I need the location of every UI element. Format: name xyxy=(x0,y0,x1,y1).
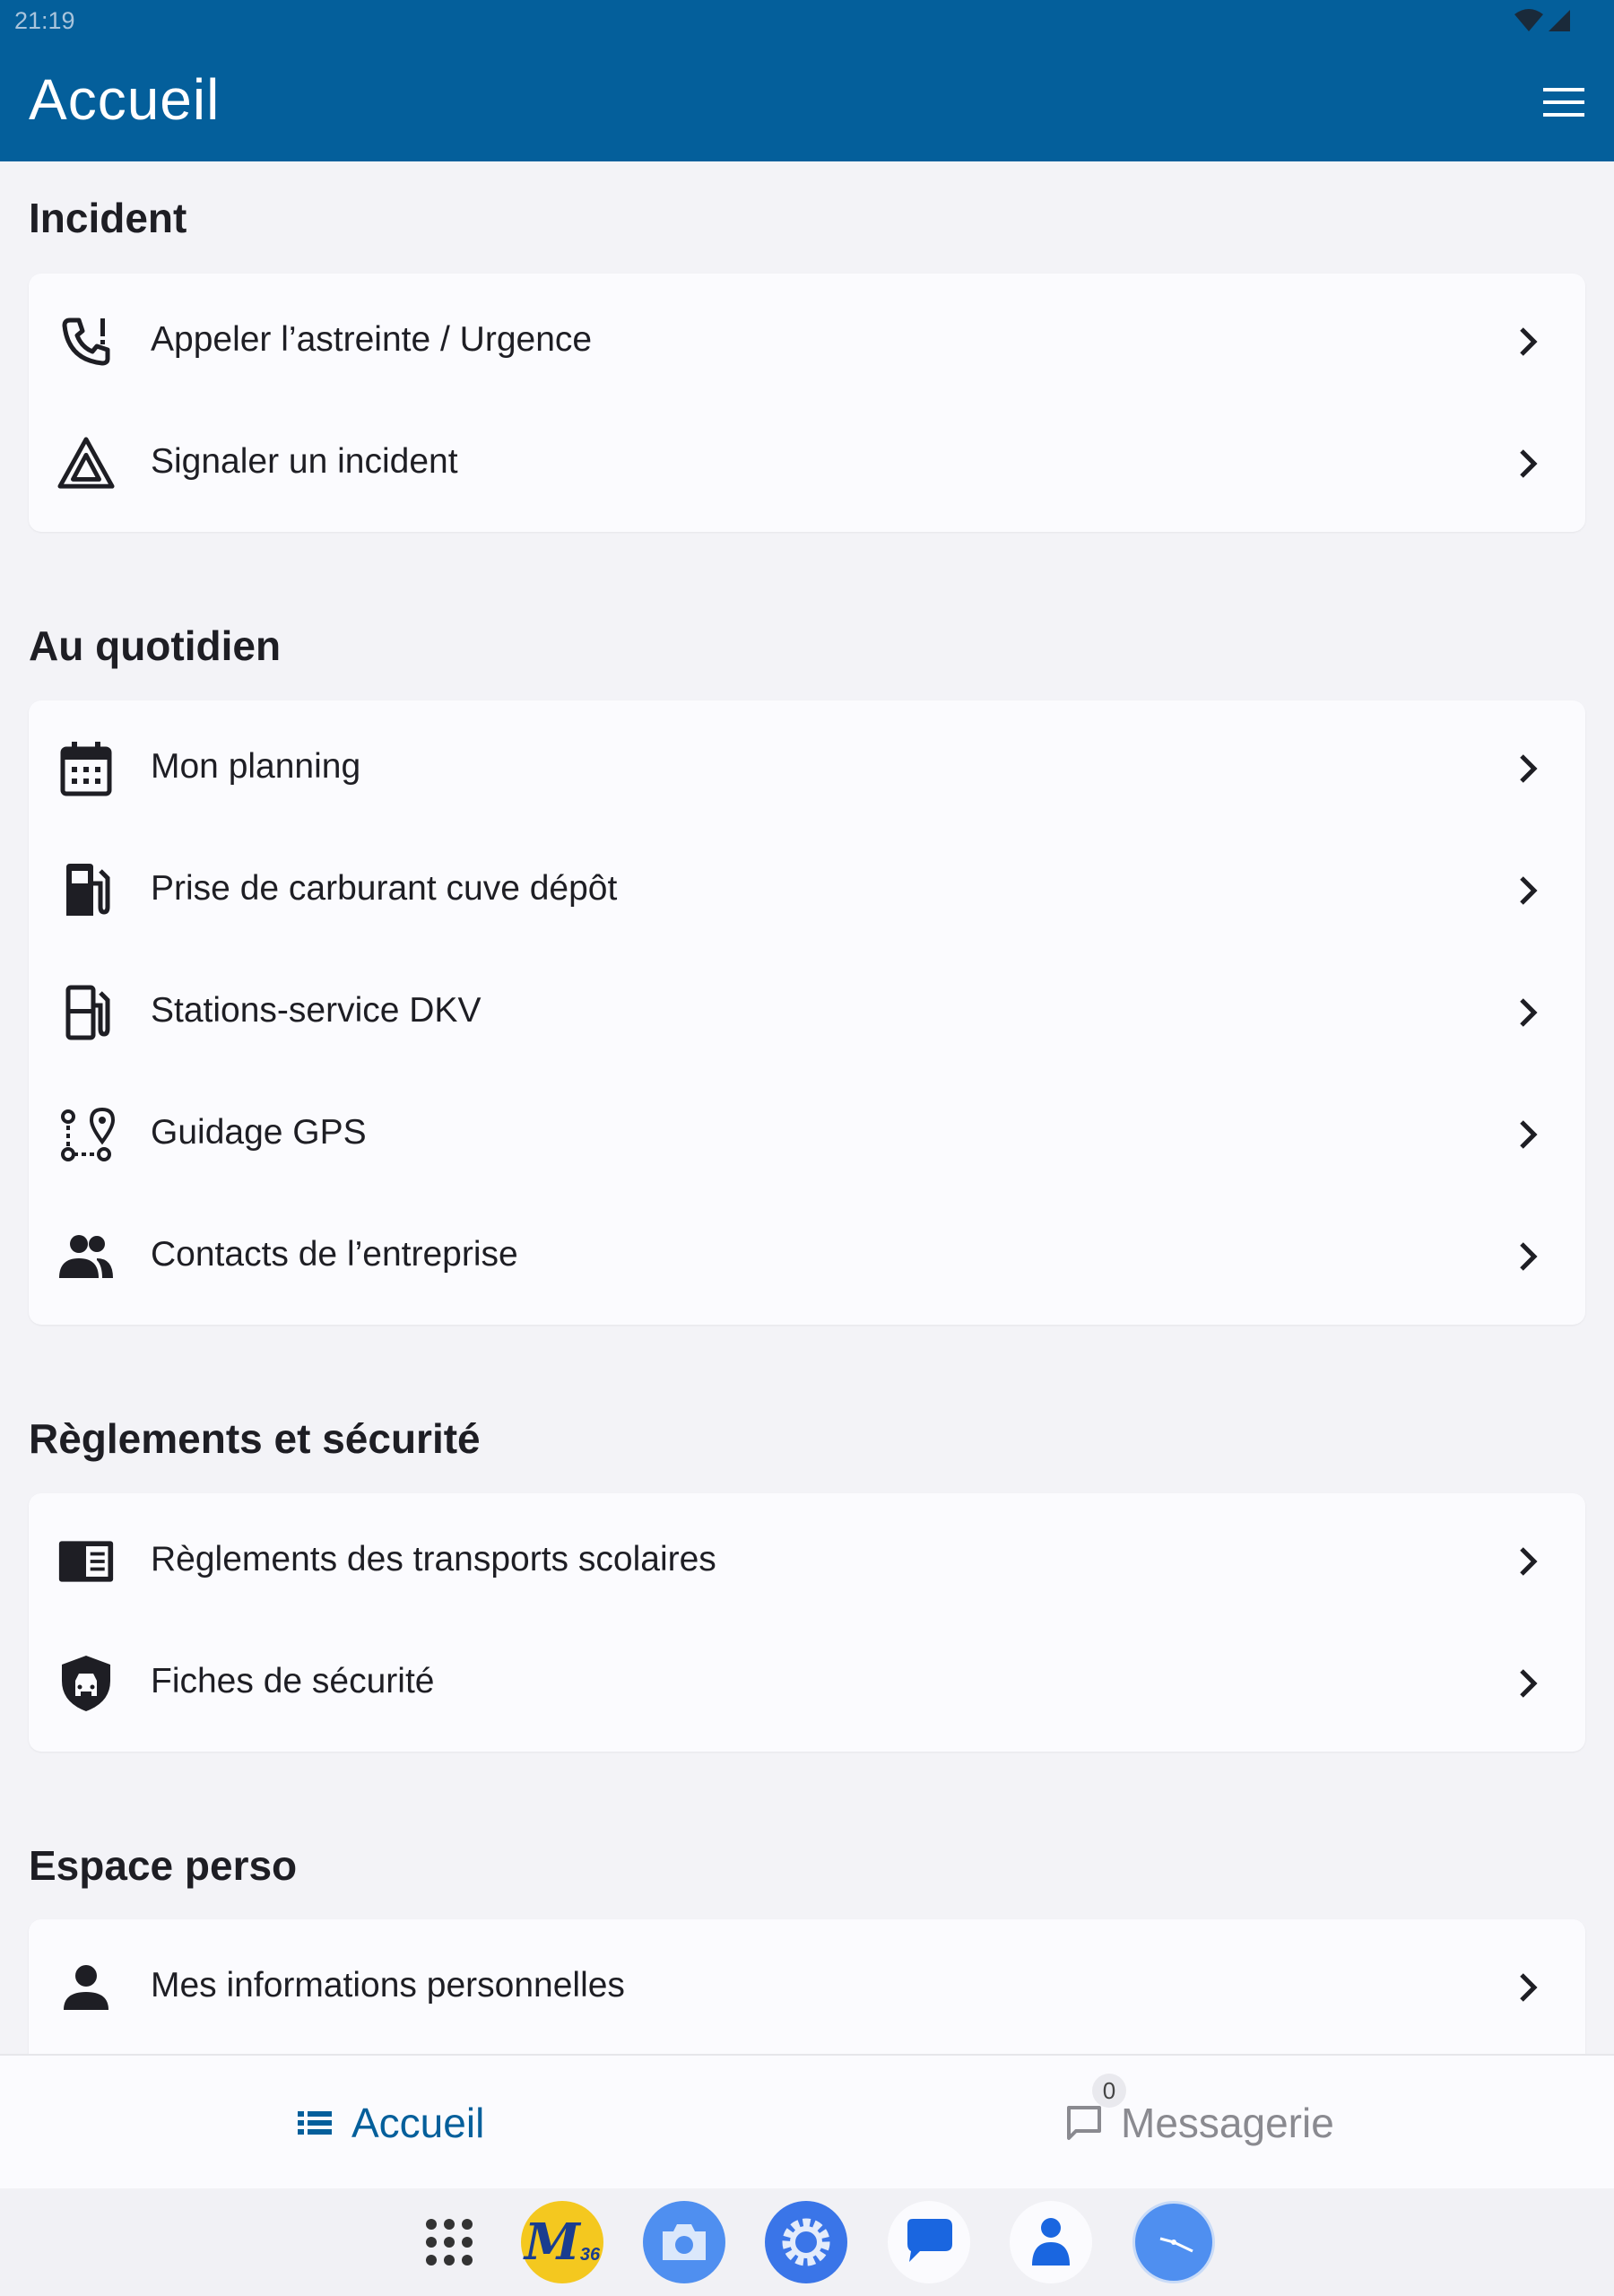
list-item-gps-guidance[interactable]: Guidage GPS xyxy=(29,1074,1585,1196)
chevron-right-icon xyxy=(1520,876,1538,905)
section-title-incident: Incident xyxy=(29,195,187,241)
chevron-right-icon xyxy=(1520,1669,1538,1698)
chevron-right-icon xyxy=(1520,1242,1538,1271)
apps-grid-icon[interactable] xyxy=(408,2201,490,2283)
section-title-personal: Espace perso xyxy=(29,1842,298,1889)
rules-card: Règlements des transports scolaires Fich… xyxy=(29,1493,1585,1752)
settings-icon[interactable] xyxy=(765,2201,847,2283)
list-item-company-contacts[interactable]: Contacts de l’entreprise xyxy=(29,1196,1585,1318)
chevron-right-icon xyxy=(1520,449,1538,478)
chevron-right-icon xyxy=(1520,327,1538,356)
people-icon xyxy=(57,1228,115,1285)
m36-logo[interactable]: M 36 xyxy=(521,2201,603,2283)
chat-bubble-icon xyxy=(1067,2106,1101,2140)
tab-home[interactable]: Accueil xyxy=(296,2056,484,2190)
list-item-label: Signaler un incident xyxy=(151,442,458,481)
contacts-icon[interactable] xyxy=(1010,2201,1092,2283)
chevron-right-icon xyxy=(1520,754,1538,783)
menu-button[interactable] xyxy=(1535,77,1592,127)
app-bar: 21:19 Accueil xyxy=(0,0,1614,161)
calendar-icon xyxy=(57,740,115,797)
list-item-personal-info[interactable]: Mes informations personnelles xyxy=(29,1926,1585,2048)
hamburger-menu-icon xyxy=(1543,88,1584,117)
book-icon xyxy=(57,1533,115,1590)
logo-sub: 36 xyxy=(579,2244,601,2265)
warning-triangle-icon xyxy=(57,435,115,492)
tab-home-label: Accueil xyxy=(351,2100,485,2146)
system-dock: M 36 xyxy=(0,2188,1614,2296)
list-item-label: Mon planning xyxy=(151,747,361,786)
list-item-label: Guidage GPS xyxy=(151,1113,367,1152)
phone-alert-icon xyxy=(57,313,115,370)
chevron-right-icon xyxy=(1520,1973,1538,2002)
logo-text: M xyxy=(524,2213,580,2272)
chevron-right-icon xyxy=(1520,1120,1538,1149)
list-item-school-transport-rules[interactable]: Règlements des transports scolaires xyxy=(29,1500,1585,1622)
list-item-fuel-depot[interactable]: Prise de carburant cuve dépôt xyxy=(29,830,1585,952)
personal-card: Mes informations personnelles xyxy=(29,1919,1585,2054)
list-item-label: Appeler l’astreinte / Urgence xyxy=(151,320,593,359)
status-time: 21:19 xyxy=(14,7,75,34)
wifi-icon xyxy=(1514,9,1543,31)
messages-app-icon[interactable] xyxy=(888,2201,970,2283)
chevron-right-icon xyxy=(1520,998,1538,1027)
fuel-station-outline-icon xyxy=(57,984,115,1041)
status-icons xyxy=(1514,9,1571,32)
route-pin-icon xyxy=(57,1106,115,1163)
page-title: Accueil xyxy=(29,67,221,132)
person-icon xyxy=(57,1959,115,2016)
list-item-report-incident[interactable]: Signaler un incident xyxy=(29,403,1585,525)
list-item-my-planning[interactable]: Mon planning xyxy=(29,708,1585,830)
signal-icon xyxy=(1549,10,1570,31)
camera-icon[interactable] xyxy=(643,2201,725,2283)
chevron-right-icon xyxy=(1520,1547,1538,1576)
incident-card: Appeler l’astreinte / Urgence Signaler u… xyxy=(29,274,1585,532)
bottom-navigation: Accueil 0 Messagerie xyxy=(0,2054,1614,2188)
section-title-rules: Règlements et sécurité xyxy=(29,1415,481,1462)
section-title-daily: Au quotidien xyxy=(29,622,282,669)
list-item-call-emergency[interactable]: Appeler l’astreinte / Urgence xyxy=(29,281,1585,403)
tab-messages-label: Messagerie xyxy=(1121,2100,1334,2146)
daily-card: Mon planning Prise de carburant cuve dép… xyxy=(29,700,1585,1325)
list-item-label: Prise de carburant cuve dépôt xyxy=(151,869,618,908)
list-item-safety-sheets[interactable]: Fiches de sécurité xyxy=(29,1622,1585,1744)
fuel-filled-icon xyxy=(57,862,115,919)
list-item-label: Stations-service DKV xyxy=(151,991,482,1030)
shield-car-icon xyxy=(57,1655,115,1712)
list-item-label: Règlements des transports scolaires xyxy=(151,1540,716,1578)
home-content[interactable]: Incident Appeler l’astreinte / Urgence S… xyxy=(0,161,1614,2054)
tab-messages[interactable]: Messagerie xyxy=(1065,2056,1334,2190)
list-item-dkv-stations[interactable]: Stations-service DKV xyxy=(29,952,1585,1074)
list-item-label: Contacts de l’entreprise xyxy=(151,1235,518,1274)
list-item-label: Mes informations personnelles xyxy=(151,1966,625,2005)
list-icon xyxy=(298,2111,332,2135)
list-item-label: Fiches de sécurité xyxy=(151,1662,435,1700)
clock-icon[interactable] xyxy=(1132,2201,1215,2283)
